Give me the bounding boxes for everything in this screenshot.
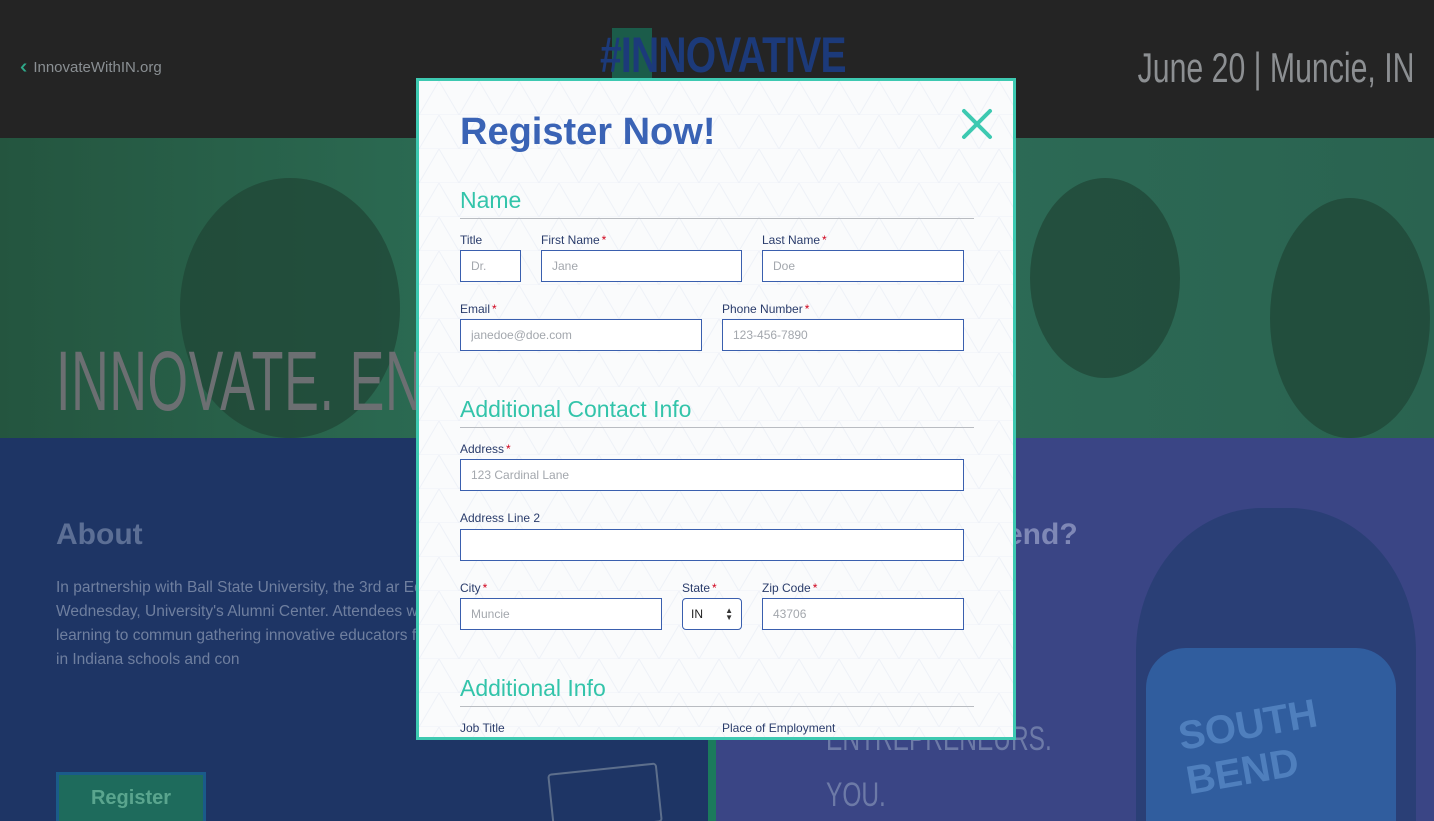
address-label: Address * xyxy=(460,442,511,456)
modal-title: Register Now! xyxy=(460,111,716,153)
brand-logo: #INNOVATIVE xyxy=(600,24,846,84)
section-title-name: Name xyxy=(460,187,522,213)
job-title-label: Job Title xyxy=(460,721,505,735)
state-label: State * xyxy=(682,581,717,595)
email-label: Email * xyxy=(460,302,497,316)
phone-label: Phone Number * xyxy=(722,302,810,316)
address2-label: Address Line 2 xyxy=(460,511,541,525)
city-label: City * xyxy=(460,581,488,595)
city-input[interactable] xyxy=(460,598,662,630)
site-home-link[interactable]: ‹‹ InnovateWithIN.org xyxy=(20,57,162,77)
title-label: Title xyxy=(460,233,483,247)
section-title-contact: Additional Contact Info xyxy=(460,396,692,422)
attend-title: end? xyxy=(1006,518,1078,551)
section-divider xyxy=(460,706,974,707)
double-chevron-left-icon: ‹‹ xyxy=(20,56,29,78)
first-name-input[interactable] xyxy=(541,250,742,282)
state-select[interactable]: IN ▲ ▼ xyxy=(682,598,742,630)
notebook-illustration xyxy=(547,762,663,821)
address-input[interactable] xyxy=(460,459,964,491)
select-arrows-icon: ▲ ▼ xyxy=(725,606,733,622)
last-name-input[interactable] xyxy=(762,250,964,282)
section-divider xyxy=(460,427,974,428)
title-input[interactable] xyxy=(460,250,521,282)
zip-input[interactable] xyxy=(762,598,964,630)
last-name-label: Last Name * xyxy=(762,233,827,247)
hero-headline: INNOVATE. EN xyxy=(56,334,424,428)
register-modal: Register Now! Name Title First Name* Las… xyxy=(416,78,1016,740)
attend-item: YOU. xyxy=(826,776,886,814)
employment-label: Place of Employment xyxy=(722,721,836,735)
phone-input[interactable] xyxy=(722,319,964,351)
state-select-value: IN xyxy=(691,607,703,621)
address2-input[interactable] xyxy=(460,529,964,561)
section-title-info: Additional Info xyxy=(460,675,606,701)
email-input[interactable] xyxy=(460,319,702,351)
section-divider xyxy=(460,218,974,219)
about-title: About xyxy=(56,518,143,551)
brand-logo-text: #INNOVATIVE xyxy=(600,27,846,83)
zip-label: Zip Code * xyxy=(762,581,818,595)
site-link-label: InnovateWithIN.org xyxy=(33,58,162,76)
register-button[interactable]: Register xyxy=(56,772,206,821)
close-icon[interactable] xyxy=(960,107,994,141)
first-name-label: First Name * xyxy=(541,233,607,247)
event-date: June 20 | Muncie, IN xyxy=(1137,44,1414,91)
